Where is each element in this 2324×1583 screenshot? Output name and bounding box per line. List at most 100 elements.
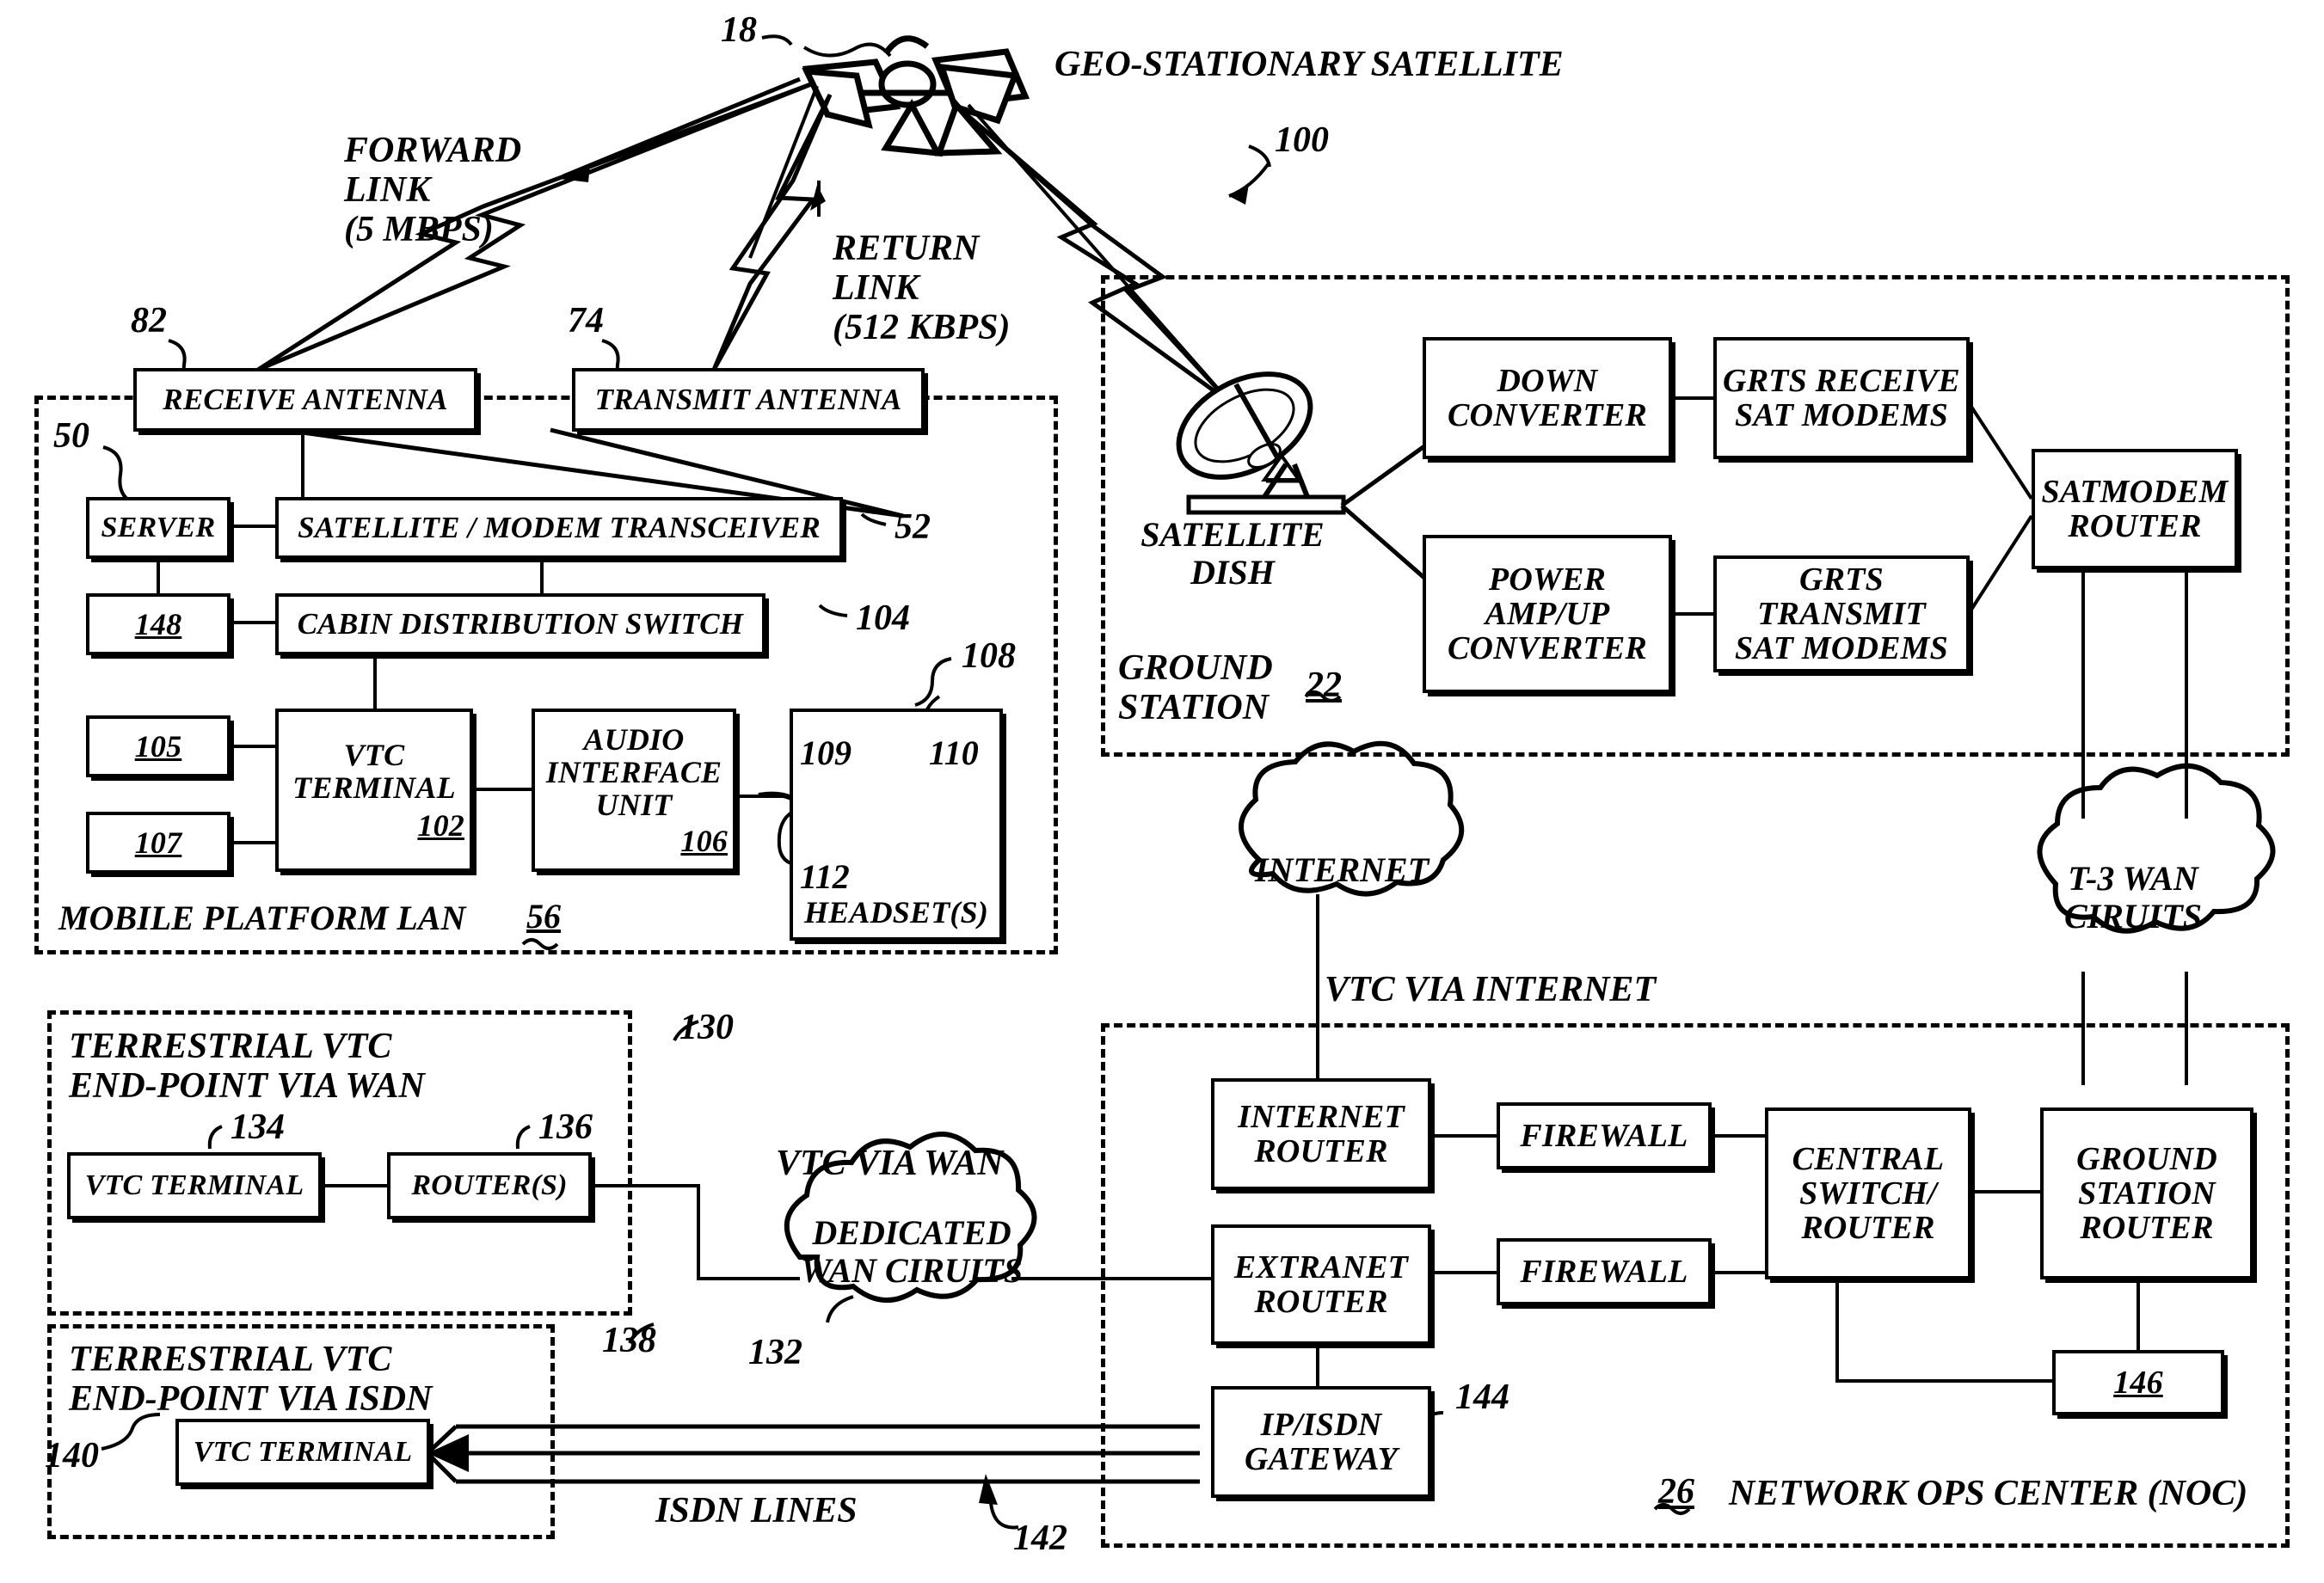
conn-audio-headset	[736, 795, 790, 798]
ref-130: 130	[679, 1008, 734, 1047]
ref-18: 18	[721, 10, 757, 50]
conn-transceiver-cabin	[540, 557, 544, 595]
terrestrial-wan-vtc-label: VTC TERMINAL	[84, 1169, 304, 1201]
audio-interface-label: AUDIO INTERFACE UNIT	[545, 721, 722, 822]
conn-inetrouter-fw1	[1431, 1134, 1497, 1138]
return-link-label: RETURN LINK (512 KBPS)	[833, 229, 1011, 348]
ref-52: 52	[895, 507, 931, 547]
ref-142: 142	[1013, 1519, 1067, 1558]
ref-132: 132	[748, 1333, 802, 1372]
down-converter-box[interactable]: DOWN CONVERTER	[1423, 337, 1672, 459]
headset-label: HEADSET(S)	[803, 894, 989, 930]
conn-central-gsrouter	[1971, 1190, 2040, 1193]
return-link-bolt	[711, 93, 833, 371]
satellite-icon	[802, 35, 1030, 157]
ref-108: 108	[962, 636, 1016, 676]
central-switch-router-box[interactable]: CENTRAL SWITCH/ ROUTER	[1765, 1107, 1971, 1279]
ref-109: 109	[800, 733, 852, 772]
ref-110: 110	[929, 733, 979, 772]
conn-fw1-central	[1712, 1134, 1765, 1138]
conn-routers-down	[697, 1184, 700, 1279]
conn-internet-router	[1316, 894, 1319, 1083]
extranet-router-box[interactable]: EXTRANET ROUTER	[1211, 1224, 1431, 1345]
ref-140: 140	[45, 1436, 99, 1476]
satmodem-router-label: SATMODEM ROUTER	[2041, 473, 2229, 544]
transmit-antenna-label: TRANSMIT ANTENNA	[594, 383, 902, 417]
central-switch-label: CENTRAL SWITCH/ ROUTER	[1792, 1140, 1945, 1247]
conn-fw2-central	[1712, 1271, 1765, 1274]
internet-router-label: INTERNET ROUTER	[1238, 1098, 1405, 1169]
vtc-via-wan-label: VTC VIA WAN	[776, 1144, 1004, 1183]
vtc-via-internet-label: VTC VIA INTERNET	[1325, 970, 1657, 1009]
down-converter-label: DOWN CONVERTER	[1448, 362, 1647, 433]
ref-56: 56	[526, 897, 561, 936]
terrestrial-wan-routers-box[interactable]: ROUTER(S)	[387, 1152, 592, 1219]
firewall-top-box[interactable]: FIREWALL	[1497, 1102, 1712, 1169]
conn-central-down	[1835, 1279, 1839, 1383]
terrestrial-wan-label: TERRESTRIAL VTC END-POINT VIA WAN	[69, 1027, 425, 1107]
box-107[interactable]: 107	[86, 812, 231, 874]
patent-figure: 18 GEO-STATIONARY SATELLITE 100 FORWARD …	[0, 0, 2324, 1583]
firewall-bottom-box[interactable]: FIREWALL	[1497, 1238, 1712, 1305]
terrestrial-isdn-label: TERRESTRIAL VTC END-POINT VIA ISDN	[69, 1340, 433, 1420]
ref-104: 104	[856, 598, 910, 638]
ref-74: 74	[568, 301, 604, 341]
box-148[interactable]: 148	[86, 593, 231, 655]
conn-t3-gsrouter-a	[2081, 972, 2085, 1085]
firewall-top-label: FIREWALL	[1520, 1117, 1688, 1154]
satmodem-router-box[interactable]: SATMODEM ROUTER	[2032, 449, 2238, 569]
t3-wan-cloud-label: T-3 WAN CIRUITS	[2063, 859, 2203, 936]
conn-vtc-routers	[322, 1184, 387, 1187]
power-amp-box[interactable]: POWER AMP/UP CONVERTER	[1423, 535, 1672, 693]
transceiver-label: SATELLITE / MODEM TRANSCEIVER	[298, 511, 821, 545]
ref-26: 26	[1658, 1472, 1694, 1512]
box-148-label: 148	[134, 606, 182, 641]
ref-106: 106	[680, 824, 728, 859]
box-146[interactable]: 146	[2052, 1350, 2224, 1415]
ref-82: 82	[131, 301, 167, 341]
ip-isdn-gateway-label: IP/ISDN GATEWAY	[1244, 1406, 1399, 1477]
terrestrial-wan-vtc-terminal-box[interactable]: VTC TERMINAL	[67, 1152, 322, 1219]
conn-down-grtsrx	[1672, 396, 1713, 400]
server-label: SERVER	[101, 511, 216, 543]
internet-cloud-label: INTERNET	[1254, 850, 1429, 889]
conn-extranet-fw2	[1431, 1271, 1497, 1274]
terrestrial-isdn-vtc-terminal-box[interactable]: VTC TERMINAL	[175, 1419, 430, 1486]
grts-receive-box[interactable]: GRTS RECEIVE SAT MODEMS	[1713, 337, 1970, 459]
receive-antenna-box[interactable]: RECEIVE ANTENNA	[133, 368, 477, 432]
conn-poweramp-grtstx	[1672, 612, 1713, 616]
transmit-antenna-box[interactable]: TRANSMIT ANTENNA	[572, 368, 925, 432]
conn-satmodem-t3-a	[2081, 569, 2085, 819]
ref-102: 102	[417, 808, 464, 844]
conn-gsrouter-146	[2136, 1279, 2140, 1350]
conn-148-cabin	[231, 621, 277, 624]
receive-antenna-label: RECEIVE ANTENNA	[163, 383, 448, 417]
conn-server-transceiver	[231, 525, 277, 528]
audio-interface-unit-box[interactable]: AUDIO INTERFACE UNIT 106	[532, 709, 736, 872]
ground-station-router-label: GROUND STATION ROUTER	[2076, 1140, 2217, 1247]
grts-receive-label: GRTS RECEIVE SAT MODEMS	[1723, 362, 1960, 433]
conn-server-148	[157, 557, 160, 595]
conn-cabin-vtc	[373, 653, 377, 710]
cabin-distribution-switch-box[interactable]: CABIN DISTRIBUTION SWITCH	[275, 593, 765, 655]
extranet-router-label: EXTRANET ROUTER	[1233, 1249, 1409, 1320]
grts-transmit-box[interactable]: GRTS TRANSMIT SAT MODEMS	[1713, 555, 1970, 672]
box-105[interactable]: 105	[86, 715, 231, 777]
conn-routers-right	[592, 1184, 700, 1187]
ground-station-label: GROUND STATION	[1118, 648, 1273, 728]
box-107-label: 107	[134, 825, 182, 860]
ref-100: 100	[1275, 120, 1329, 160]
ref-138: 138	[602, 1321, 656, 1360]
server-box[interactable]: SERVER	[86, 497, 231, 559]
ip-isdn-gateway-box[interactable]: IP/ISDN GATEWAY	[1211, 1386, 1431, 1498]
conn-central-146	[1835, 1379, 2052, 1383]
dedicated-wan-cloud-label: DEDICATED WAN CIRUITS	[800, 1213, 1024, 1290]
ref-134: 134	[231, 1107, 285, 1147]
transceiver-box[interactable]: SATELLITE / MODEM TRANSCEIVER	[275, 497, 843, 559]
internet-router-box[interactable]: INTERNET ROUTER	[1211, 1078, 1431, 1190]
ground-station-router-box[interactable]: GROUND STATION ROUTER	[2040, 1107, 2253, 1279]
ref-136: 136	[538, 1107, 593, 1147]
vtc-terminal-box[interactable]: VTC TERMINAL 102	[275, 709, 473, 872]
ref-112: 112	[800, 857, 850, 896]
conn-satmodem-t3-b	[2185, 569, 2188, 819]
